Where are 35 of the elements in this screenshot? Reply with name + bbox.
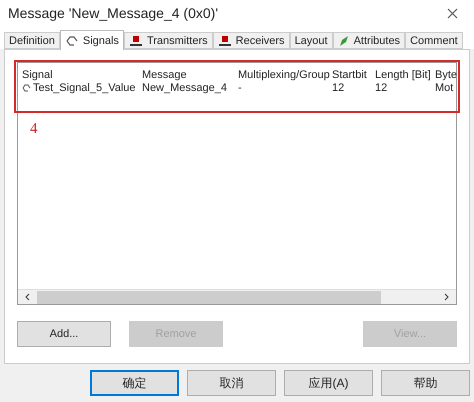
signal-icon: [22, 84, 31, 92]
node-icon: [218, 34, 232, 47]
tab[interactable]: Comment: [405, 32, 463, 50]
table-cell-text: 12: [332, 81, 346, 96]
column-header[interactable]: Signal: [22, 67, 142, 80]
dialog-button[interactable]: 帮助: [381, 370, 470, 396]
scroll-left-icon[interactable]: [25, 293, 30, 302]
column-header[interactable]: Length [Bit]: [375, 67, 435, 80]
table-cell: Test_Signal_5_Value: [22, 80, 142, 97]
tab[interactable]: Layout: [290, 32, 333, 50]
tab[interactable]: Definition: [4, 32, 60, 50]
dialog-button[interactable]: 确定: [90, 370, 179, 396]
tab[interactable]: Receivers: [212, 32, 290, 50]
annotation-label: 4: [30, 121, 38, 138]
tab[interactable]: Signals: [60, 30, 124, 50]
column-header[interactable]: Byte: [435, 67, 459, 80]
dialog-button[interactable]: 取消: [187, 370, 276, 396]
column-header[interactable]: Multiplexing/Group: [238, 67, 332, 80]
close-icon[interactable]: [447, 8, 458, 20]
column-header[interactable]: Message: [142, 67, 238, 80]
window-title: Message 'New_Message_4 (0x0)': [8, 4, 218, 24]
table-cell-text: Mot: [435, 81, 454, 96]
scroll-right-icon[interactable]: [444, 293, 449, 302]
node-icon: [128, 34, 143, 47]
table-cell-text: -: [238, 81, 243, 96]
column-header[interactable]: Startbit: [332, 67, 375, 80]
tab[interactable]: Attributes: [332, 32, 406, 50]
table-cell-text: New_Message_4: [142, 81, 228, 96]
signal-icon: [64, 34, 79, 47]
tab[interactable]: Transmitters: [124, 32, 213, 50]
horizontal-scrollbar[interactable]: [18, 289, 456, 304]
pen-icon: [338, 34, 350, 47]
panel-button[interactable]: Add...: [17, 321, 111, 348]
dialog-button[interactable]: 应用(A): [284, 370, 373, 396]
table-cell-text: 12: [375, 81, 388, 96]
